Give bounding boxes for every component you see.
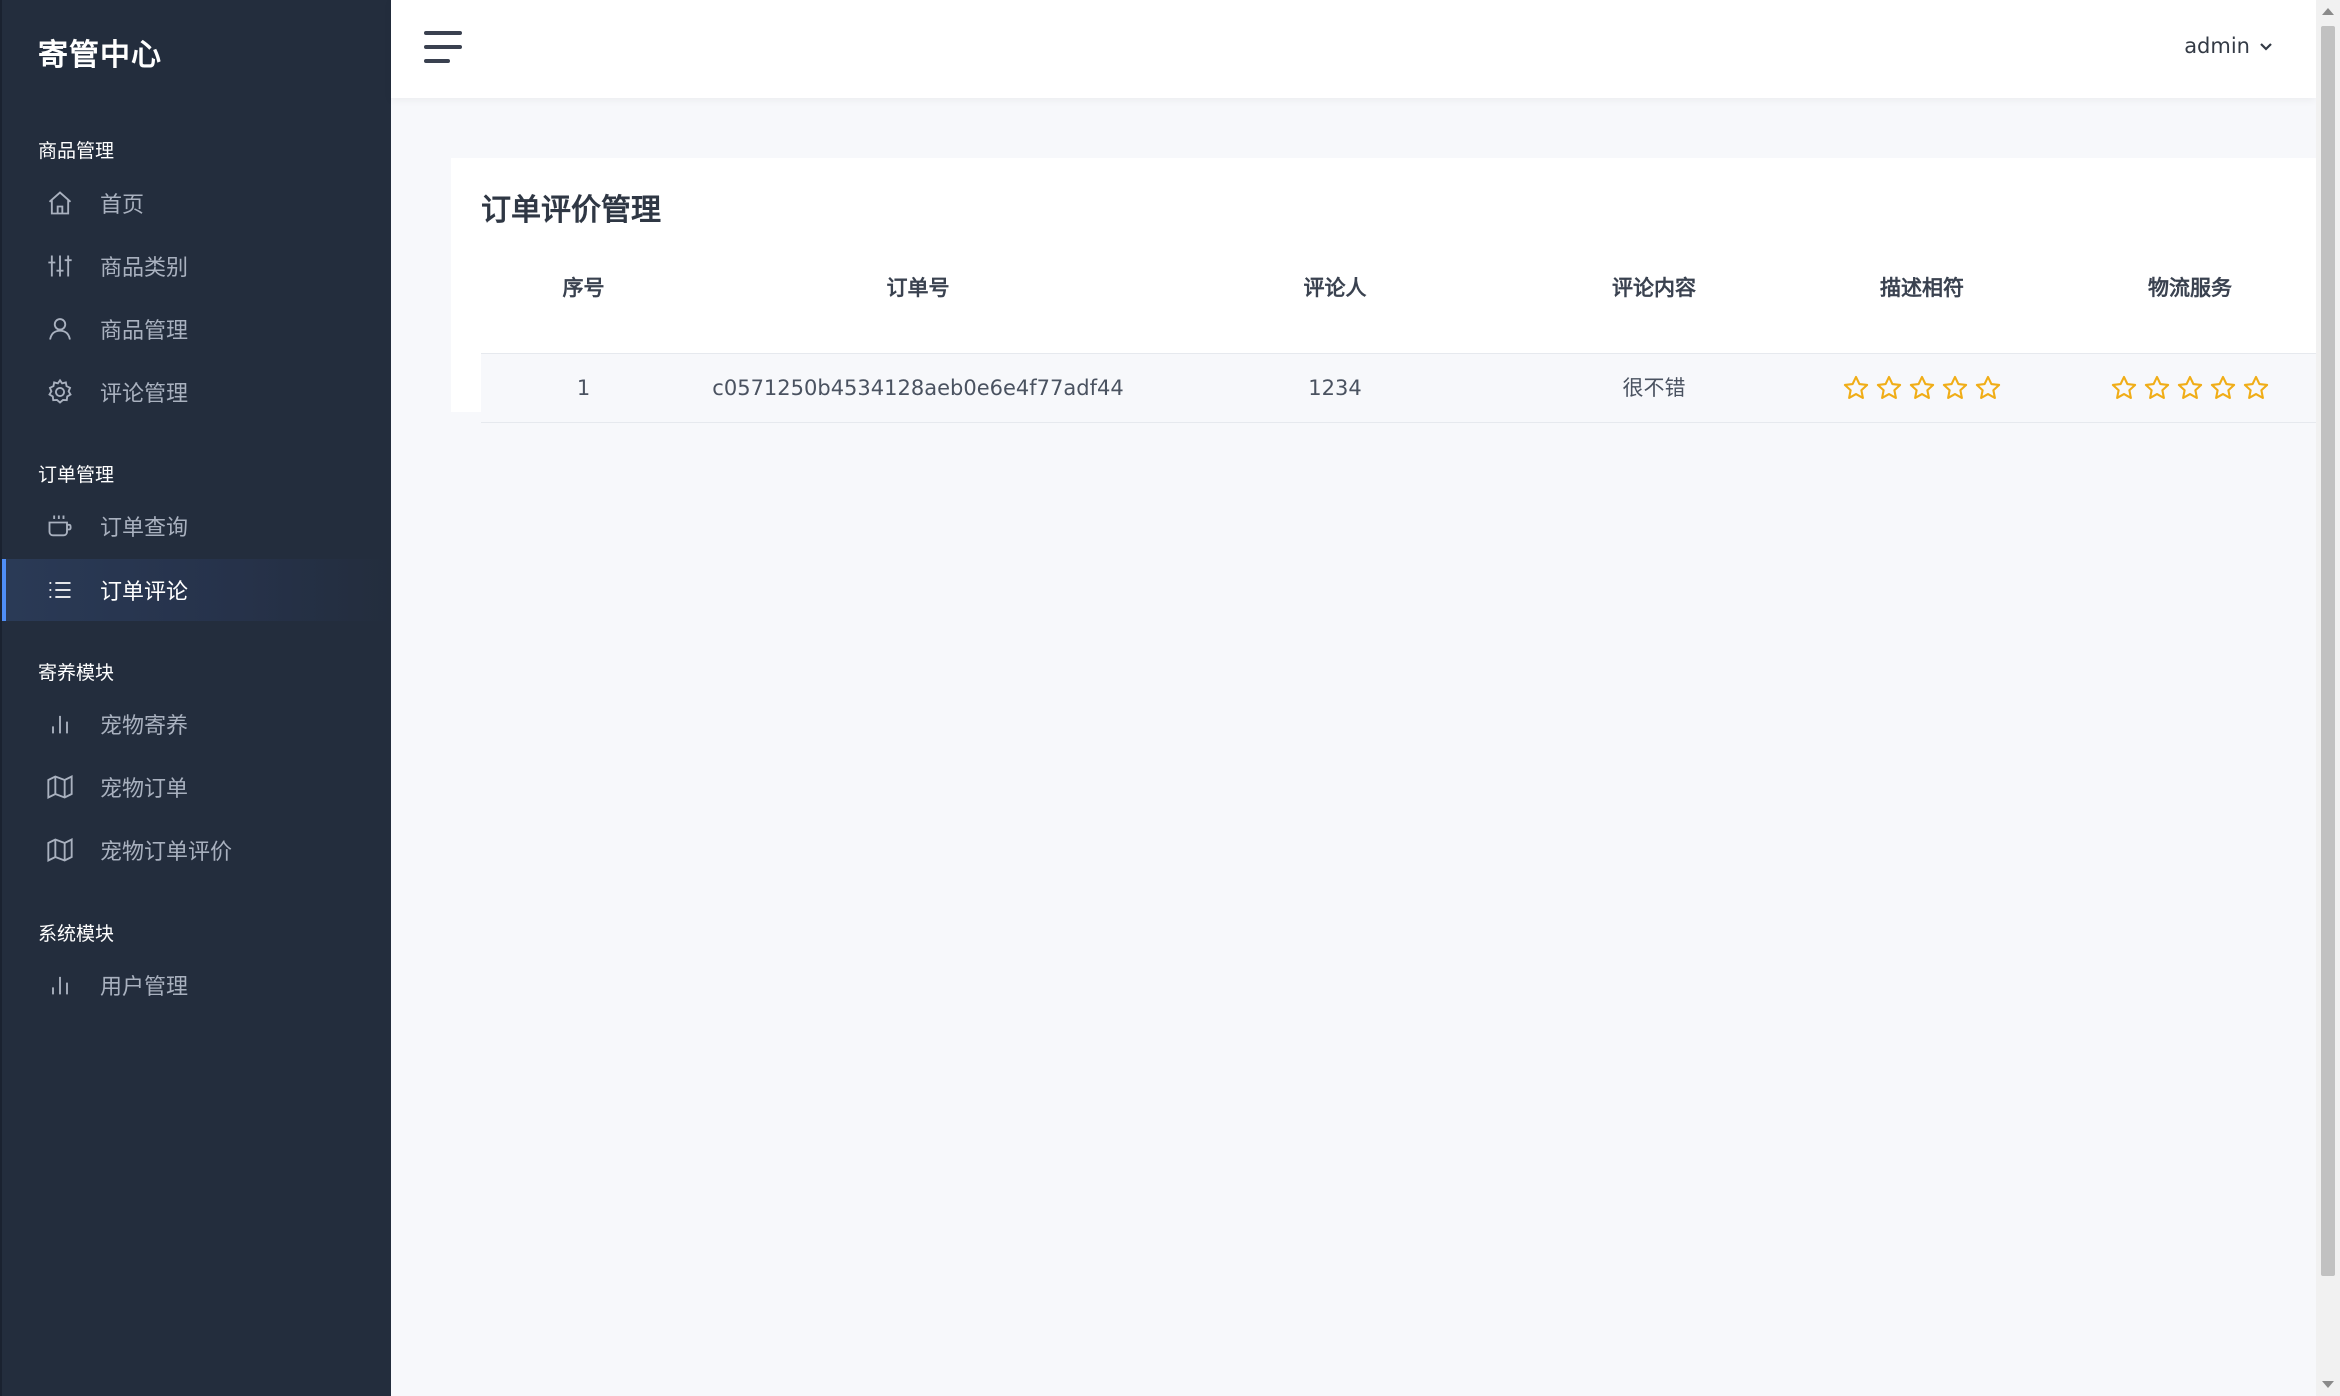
map-icon [42,832,78,868]
cell-index: 1 [576,376,591,400]
review-card: 订单评价管理 序号 订单号 评论人 评论内容 描述相符 物流服务 1 c0571… [451,158,2316,423]
star-rating [1788,354,2056,422]
sidebar-item-goods-category[interactable]: 商品类别 [2,236,391,296]
sidebar-item-comment-manage[interactable]: 评论管理 [2,362,391,422]
top-header: admin [391,0,2316,98]
page-scrollbar[interactable] [2316,0,2340,1396]
star-icon[interactable] [2143,374,2171,402]
star-icon[interactable] [2110,374,2138,402]
column-header-index: 序号 [562,276,605,300]
star-rating [2056,354,2324,422]
column-header-logistics: 物流服务 [2148,276,2232,300]
star-icon[interactable] [1908,374,1936,402]
sidebar-item-goods-manage[interactable]: 商品管理 [2,299,391,359]
star-icon[interactable] [1941,374,1969,402]
star-icon[interactable] [1974,374,2002,402]
sidebar: 寄管中心 商品管理 首页 商品类别 商品管理 评论管理 订单管理 订单查询 订单… [0,0,391,1396]
sidebar-item-order-query[interactable]: 订单查询 [2,496,391,556]
bar-chart-icon [42,967,78,1003]
star-icon[interactable] [1842,374,1870,402]
cell-reviewer: 1234 [1308,376,1362,400]
cell-order-no: c0571250b4534128aeb0e6e4f77adf44 [712,376,1124,400]
sidebar-item-label: 商品类别 [100,256,189,281]
sidebar-item-label: 订单评论 [100,580,189,605]
sidebar-item-pet-order[interactable]: 宠物订单 [2,757,391,817]
map-icon [42,769,78,805]
sidebar-item-user-manage[interactable]: 用户管理 [2,955,391,1015]
sliders-icon [42,248,78,284]
sidebar-item-order-comment[interactable]: 订单评论 [2,559,391,621]
group-title-orders: 订单管理 [38,464,115,486]
column-header-description: 描述相符 [1880,276,1964,300]
scroll-down-arrow-icon[interactable] [2322,1381,2334,1388]
column-header-order-no: 订单号 [886,276,950,300]
group-title-system: 系统模块 [38,923,115,945]
group-title-goods: 商品管理 [38,140,115,162]
sidebar-item-label: 首页 [100,193,145,218]
sidebar-item-label: 用户管理 [100,975,189,1000]
group-title-boarding: 寄养模块 [38,662,115,684]
brand-title: 寄管中心 [38,38,162,73]
star-icon[interactable] [2209,374,2237,402]
sidebar-item-label: 订单查询 [100,516,189,541]
page-title: 订单评价管理 [481,193,661,228]
sidebar-item-label: 宠物订单 [100,777,189,802]
sidebar-item-label: 宠物寄养 [100,714,189,739]
user-name: admin [2184,34,2250,58]
user-menu[interactable]: admin [2184,34,2274,58]
home-icon [42,185,78,221]
chevron-down-icon [2260,43,2272,51]
star-icon[interactable] [2242,374,2270,402]
menu-toggle-icon[interactable] [424,31,462,65]
list-icon [42,572,78,608]
sidebar-item-label: 宠物订单评价 [100,840,233,865]
sidebar-item-pet-boarding[interactable]: 宠物寄养 [2,694,391,754]
cell-content: 很不错 [1622,376,1686,400]
review-table: 序号 订单号 评论人 评论内容 描述相符 物流服务 1 c0571250b453… [481,239,2316,423]
user-icon [42,311,78,347]
column-header-content: 评论内容 [1612,276,1696,300]
table-row: 1 c0571250b4534128aeb0e6e4f77adf44 1234 … [481,353,2316,423]
description-rating [1788,354,2056,422]
column-header-reviewer: 评论人 [1303,276,1367,300]
bar-chart-icon [42,706,78,742]
cup-icon [42,508,78,544]
scroll-up-arrow-icon[interactable] [2322,8,2334,15]
sidebar-item-pet-order-review[interactable]: 宠物订单评价 [2,820,391,880]
star-icon[interactable] [1875,374,1903,402]
sidebar-item-home[interactable]: 首页 [2,173,391,233]
sidebar-item-label: 商品管理 [100,319,189,344]
scrollbar-thumb[interactable] [2321,26,2335,1276]
star-icon[interactable] [2176,374,2204,402]
gear-icon [42,374,78,410]
table-header: 序号 订单号 评论人 评论内容 描述相符 物流服务 [481,239,2316,353]
logistics-rating [2056,354,2324,422]
sidebar-item-label: 评论管理 [100,382,189,407]
